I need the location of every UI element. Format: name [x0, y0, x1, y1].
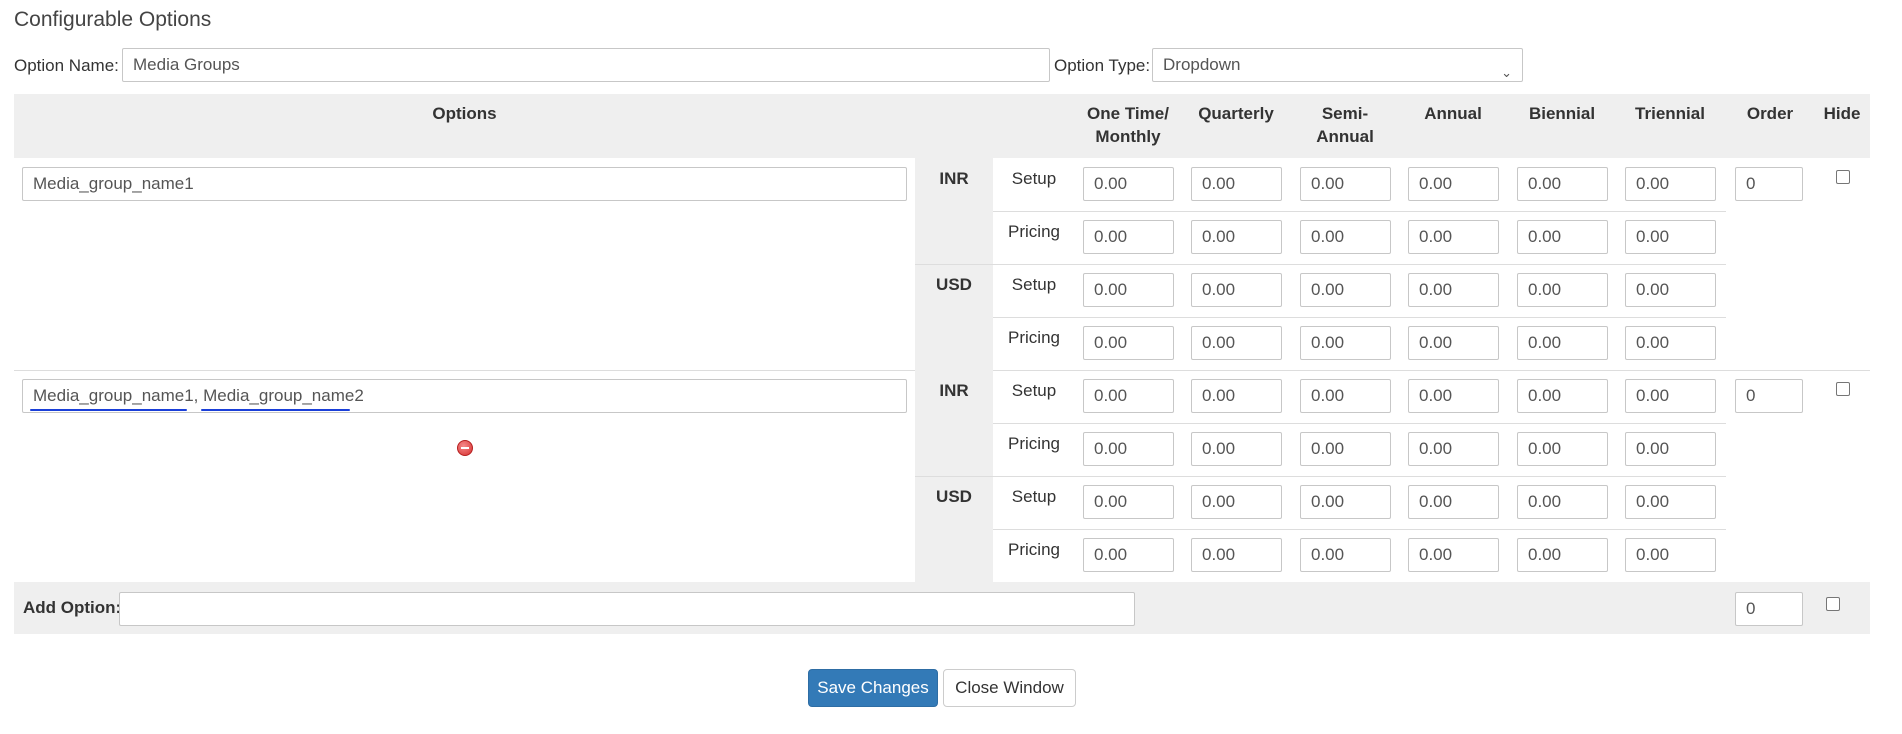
pricing-price-input[interactable] [1517, 432, 1608, 466]
option-name-field[interactable] [22, 379, 907, 413]
remove-option-icon[interactable] [457, 440, 473, 456]
setup-price-input[interactable] [1408, 379, 1499, 413]
setup-price-input[interactable] [1191, 167, 1282, 201]
setup-row-label: Setup [1011, 381, 1057, 400]
setup-price-input[interactable] [1083, 273, 1174, 307]
add-option-input[interactable] [119, 592, 1135, 626]
setup-price-input[interactable] [1191, 485, 1282, 519]
option-order-input[interactable] [1735, 167, 1803, 201]
pricing-price-input[interactable] [1625, 432, 1716, 466]
pricing-price-input[interactable] [1625, 220, 1716, 254]
setup-price-input[interactable] [1083, 167, 1174, 201]
row-divider [993, 529, 1726, 530]
add-option-label: Add Option: [23, 598, 122, 617]
setup-price-input[interactable] [1408, 485, 1499, 519]
add-option-hide-checkbox[interactable] [1826, 597, 1840, 611]
option-name-input[interactable] [122, 48, 1050, 82]
setup-price-input[interactable] [1517, 273, 1608, 307]
setup-row-label: Setup [1011, 169, 1057, 188]
col-semi-annual-text: Semi- Annual [1316, 104, 1374, 146]
close-window-button[interactable]: Close Window [943, 669, 1076, 707]
col-hide: Hide [1823, 104, 1861, 123]
currency-label: INR [939, 169, 969, 188]
setup-price-input[interactable] [1408, 167, 1499, 201]
setup-price-input[interactable] [1300, 379, 1391, 413]
setup-price-input[interactable] [1191, 379, 1282, 413]
col-semi-annual: Semi- Annual [1299, 102, 1391, 148]
option-hide-checkbox[interactable] [1836, 382, 1850, 396]
setup-price-input[interactable] [1408, 273, 1499, 307]
spellcheck-underline [201, 409, 350, 411]
setup-price-input[interactable] [1300, 485, 1391, 519]
currency-divider [915, 476, 1726, 477]
spellcheck-underline [30, 409, 187, 411]
currency-label: USD [936, 487, 972, 506]
option-hide-checkbox[interactable] [1836, 170, 1850, 184]
pricing-price-input[interactable] [1408, 538, 1499, 572]
setup-price-input[interactable] [1625, 167, 1716, 201]
pricing-row-label: Pricing [1008, 434, 1060, 453]
setup-price-input[interactable] [1191, 273, 1282, 307]
save-changes-button[interactable]: Save Changes [808, 669, 938, 707]
setup-price-input[interactable] [1625, 379, 1716, 413]
setup-price-input[interactable] [1517, 167, 1608, 201]
pricing-price-input[interactable] [1083, 432, 1174, 466]
pricing-price-input[interactable] [1625, 326, 1716, 360]
option-name-label: Option Name: [14, 56, 119, 75]
option-order-input[interactable] [1735, 379, 1803, 413]
col-options: Options [432, 104, 497, 123]
currency-divider [915, 264, 1726, 265]
col-one-time-monthly: One Time/ Monthly [1082, 102, 1174, 148]
pricing-row-label: Pricing [1008, 328, 1060, 347]
pricing-price-input[interactable] [1300, 326, 1391, 360]
setup-price-input[interactable] [1083, 485, 1174, 519]
option-name-field[interactable] [22, 167, 907, 201]
pricing-price-input[interactable] [1300, 220, 1391, 254]
setup-price-input[interactable] [1517, 379, 1608, 413]
pricing-price-input[interactable] [1083, 326, 1174, 360]
pricing-price-input[interactable] [1408, 326, 1499, 360]
pricing-price-input[interactable] [1625, 538, 1716, 572]
chevron-down-icon: ⌄ [1501, 65, 1512, 80]
col-annual: Annual [1424, 104, 1482, 123]
setup-row-label: Setup [1011, 275, 1057, 294]
pricing-price-input[interactable] [1191, 432, 1282, 466]
col-triennial: Triennial [1635, 104, 1705, 123]
pricing-price-input[interactable] [1300, 432, 1391, 466]
setup-price-input[interactable] [1083, 379, 1174, 413]
row-divider [993, 211, 1726, 212]
col-order: Order [1746, 104, 1794, 123]
setup-price-input[interactable] [1625, 485, 1716, 519]
option-type-value: Dropdown [1163, 55, 1241, 74]
pricing-row-label: Pricing [1008, 540, 1060, 559]
pricing-price-input[interactable] [1408, 432, 1499, 466]
pricing-price-input[interactable] [1517, 538, 1608, 572]
option-type-select[interactable]: Dropdown ⌄ [1152, 48, 1523, 82]
option-type-label: Option Type: [1054, 56, 1151, 75]
col-quarterly: Quarterly [1198, 104, 1274, 123]
setup-row-label: Setup [1011, 487, 1057, 506]
currency-label: INR [939, 381, 969, 400]
pricing-price-input[interactable] [1517, 326, 1608, 360]
pricing-price-input[interactable] [1517, 220, 1608, 254]
pricing-price-input[interactable] [1300, 538, 1391, 572]
row-divider [993, 317, 1726, 318]
pricing-price-input[interactable] [1083, 538, 1174, 572]
row-divider [993, 423, 1726, 424]
pricing-price-input[interactable] [1191, 220, 1282, 254]
currency-label: USD [936, 275, 972, 294]
pricing-price-input[interactable] [1083, 220, 1174, 254]
pricing-price-input[interactable] [1191, 538, 1282, 572]
setup-price-input[interactable] [1517, 485, 1608, 519]
col-one-time-monthly-text: One Time/ Monthly [1087, 104, 1169, 146]
setup-price-input[interactable] [1300, 167, 1391, 201]
page-title: Configurable Options [14, 8, 212, 31]
pricing-row-label: Pricing [1008, 222, 1060, 241]
pricing-price-input[interactable] [1191, 326, 1282, 360]
setup-price-input[interactable] [1625, 273, 1716, 307]
pricing-price-input[interactable] [1408, 220, 1499, 254]
add-option-order-input[interactable] [1735, 592, 1803, 626]
setup-price-input[interactable] [1300, 273, 1391, 307]
col-biennial: Biennial [1528, 104, 1596, 123]
